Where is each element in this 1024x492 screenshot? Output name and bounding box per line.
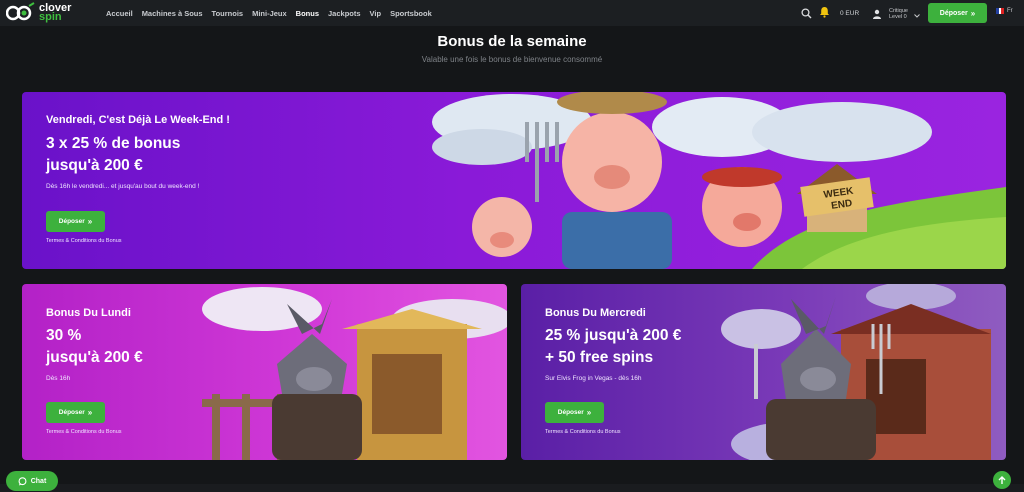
user-menu[interactable]: Critique Level 0	[871, 5, 920, 23]
bell-icon[interactable]	[818, 6, 830, 18]
top-navbar: clover spin Accueil Machines à Sous Tour…	[0, 0, 1024, 26]
card-offer-line2: jusqu'à 200 €	[46, 157, 143, 174]
nav-item-machines-a-sous[interactable]: Machines à Sous	[142, 9, 203, 18]
bonus-card-wednesday: Bonus Du Mercredi 25 % jusqu'à 200 € + 5…	[521, 284, 1006, 460]
card-offer-line1: 30 %	[46, 327, 82, 344]
card-heading: Bonus Du Mercredi	[545, 307, 646, 319]
nav-item-sportsbook[interactable]: Sportsbook	[390, 9, 432, 18]
card-note: Dès 16h	[46, 375, 71, 382]
terms-link[interactable]: Termes & Conditions du Bonus	[46, 238, 122, 244]
nav-item-vip[interactable]: Vip	[370, 9, 382, 18]
deposit-label: Déposer	[58, 409, 85, 416]
friday-deposit-button[interactable]: Déposer»	[46, 211, 105, 232]
page-footer-strip	[0, 484, 1024, 492]
language-label: Fr	[1007, 8, 1013, 14]
deposit-label: Déposer	[557, 409, 584, 416]
header-deposit-label: Déposer	[939, 9, 968, 17]
nav-item-tournois[interactable]: Tournois	[212, 9, 244, 18]
card-heading: Bonus Du Lundi	[46, 307, 131, 319]
scroll-to-top-button[interactable]	[993, 471, 1011, 489]
arrow-up-icon	[998, 475, 1006, 485]
nav-item-accueil[interactable]: Accueil	[106, 9, 133, 18]
user-level: Level 0	[889, 14, 907, 20]
logo-text-spin: spin	[39, 11, 62, 23]
double-chevron-right-icon: »	[970, 8, 976, 18]
wolf-brick-house-illustration	[721, 284, 991, 460]
chat-button[interactable]: Chat	[6, 471, 58, 491]
header-deposit-button[interactable]: Déposer»	[928, 3, 987, 23]
bonus-card-monday: Bonus Du Lundi 30 % jusqu'à 200 € Dès 16…	[22, 284, 507, 460]
deposit-label: Déposer	[58, 218, 85, 225]
card-offer-line1: 25 % jusqu'à 200 €	[545, 327, 682, 344]
page-title: Bonus de la semaine	[437, 33, 587, 50]
user-icon	[871, 8, 883, 20]
french-flag-icon	[996, 8, 1005, 14]
card-offer-line2: jusqu'à 200 €	[46, 349, 143, 366]
wolf-straw-house-illustration	[202, 287, 507, 460]
language-selector[interactable]: Fr	[996, 8, 1013, 14]
bonus-card-friday: WEEK END Vendredi, C'est Déjà Le Week-En…	[22, 92, 1006, 269]
card-note: Dès 16h le vendredi... et jusqu'au bout …	[46, 183, 200, 190]
page-subtitle: Valable une fois le bonus de bienvenue c…	[421, 55, 603, 64]
terms-link[interactable]: Termes & Conditions du Bonus	[545, 429, 621, 435]
chat-bubble-icon	[18, 476, 27, 486]
logo[interactable]: clover spin	[5, 2, 71, 24]
nav-item-mini-jeux[interactable]: Mini-Jeux	[252, 9, 287, 18]
wednesday-deposit-button[interactable]: Déposer»	[545, 402, 604, 423]
farm-pigs-illustration: WEEK END	[432, 92, 1006, 269]
card-note: Sur Elvis Frog in Vegas - dès 16h	[545, 375, 642, 382]
terms-link[interactable]: Termes & Conditions du Bonus	[46, 429, 122, 435]
chevron-down-icon	[914, 5, 920, 23]
double-chevron-right-icon: »	[586, 408, 592, 417]
chat-label: Chat	[30, 477, 47, 485]
card-offer-line2: + 50 free spins	[545, 349, 654, 366]
double-chevron-right-icon: »	[87, 408, 93, 417]
nav-item-bonus[interactable]: Bonus	[296, 9, 319, 18]
main-menu: Accueil Machines à Sous Tournois Mini-Je…	[106, 0, 441, 26]
search-icon[interactable]	[800, 7, 812, 19]
monday-deposit-button[interactable]: Déposer»	[46, 402, 105, 423]
card-offer-line1: 3 x 25 % de bonus	[46, 135, 181, 152]
card-heading: Vendredi, C'est Déjà Le Week-End !	[46, 114, 230, 126]
double-chevron-right-icon: »	[87, 217, 93, 226]
clover-logo-icon	[5, 2, 36, 24]
balance-display: 0 EUR	[840, 10, 860, 17]
nav-item-jackpots[interactable]: Jackpots	[328, 9, 361, 18]
